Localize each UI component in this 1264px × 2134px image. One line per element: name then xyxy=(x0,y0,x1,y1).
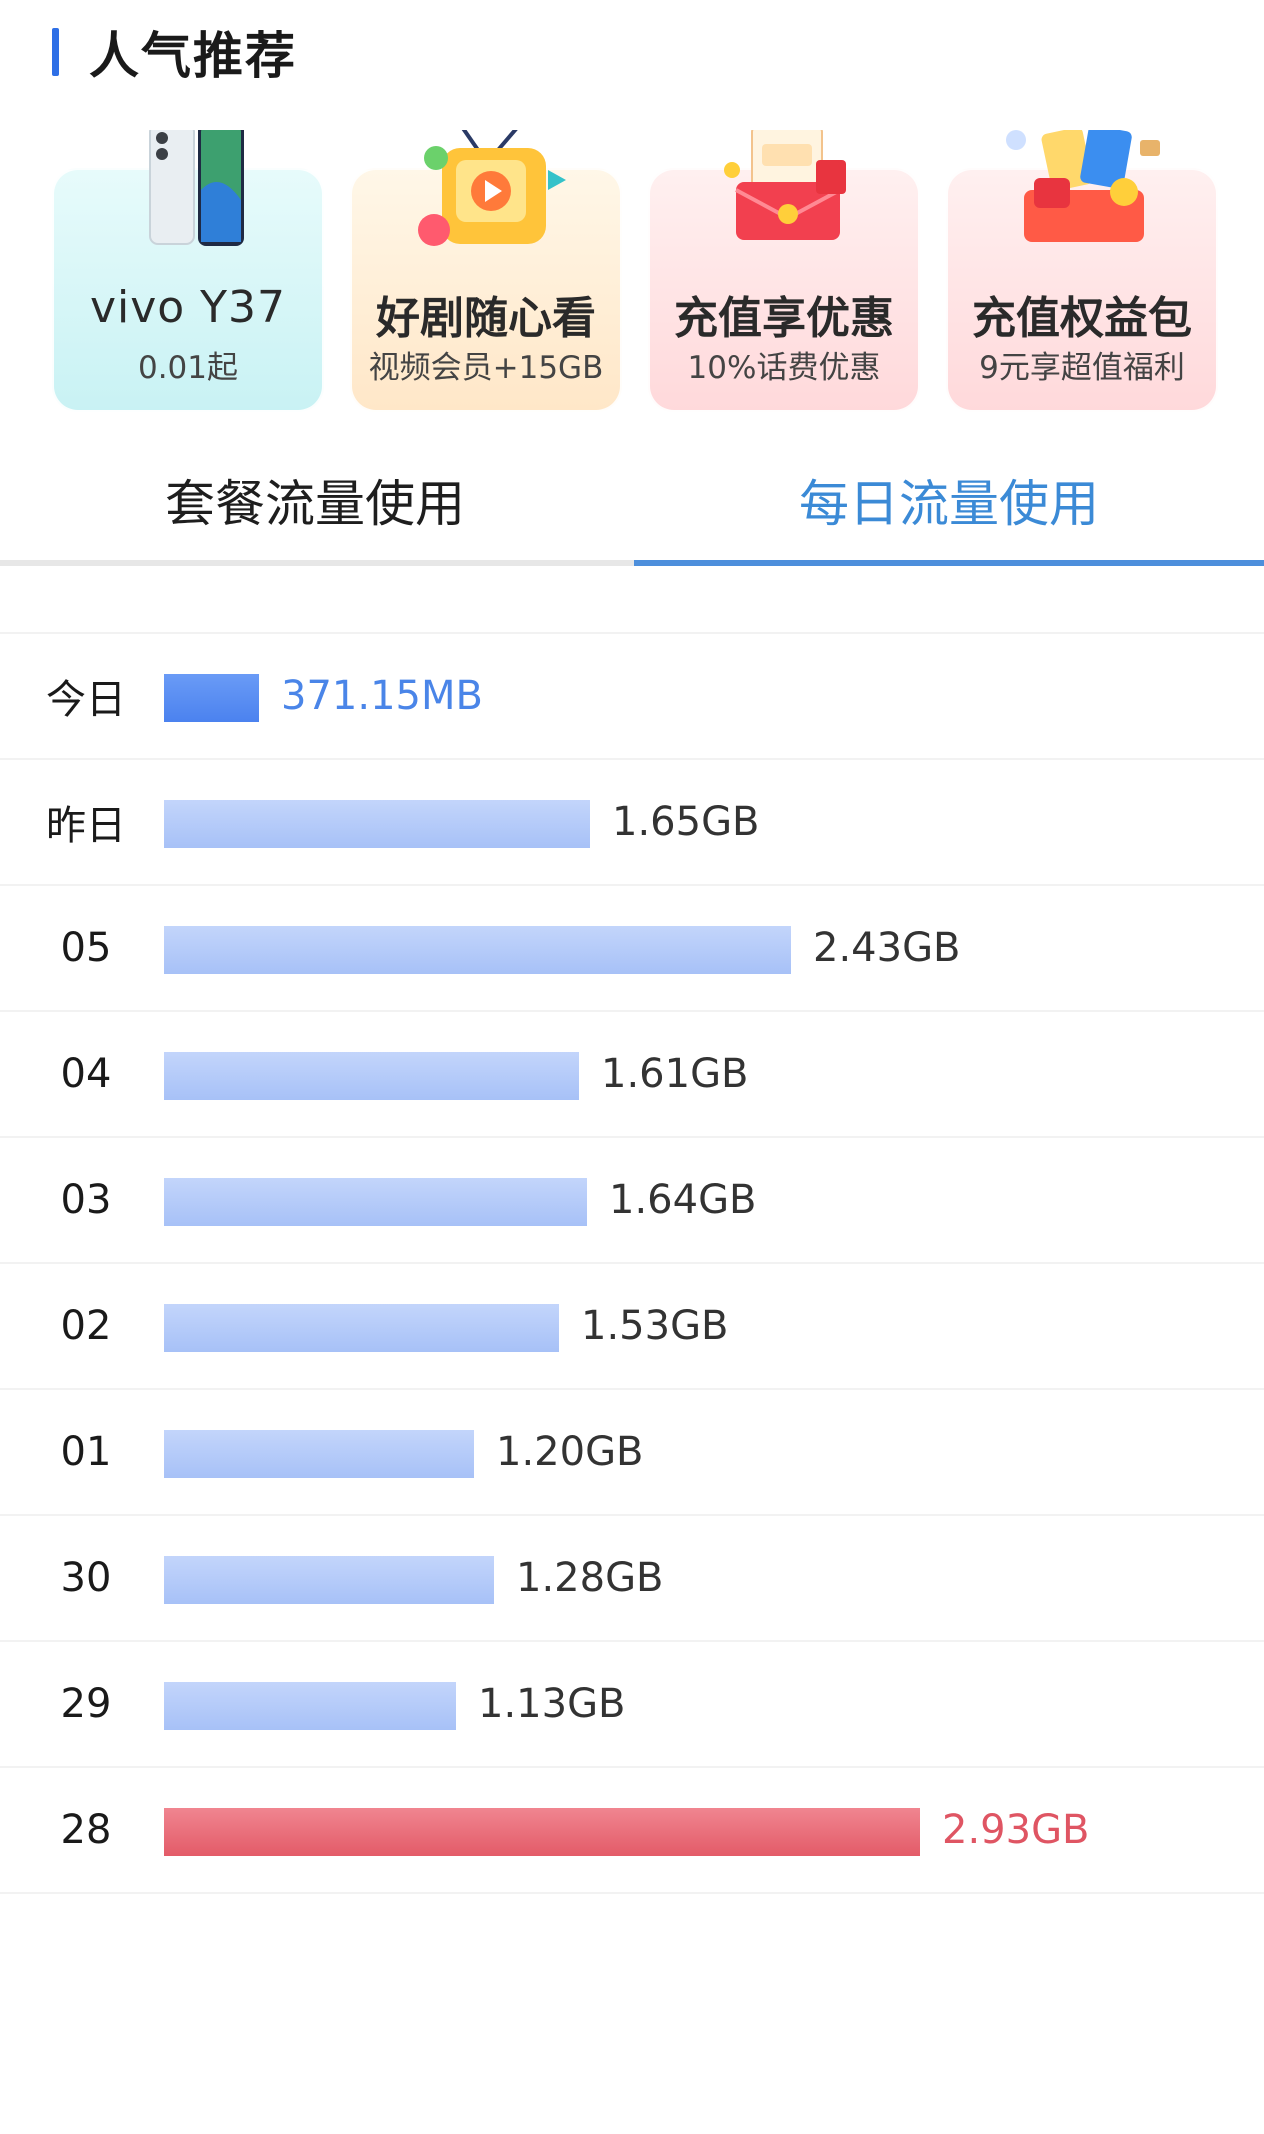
usage-value: 1.13GB xyxy=(478,1681,626,1727)
usage-bar xyxy=(164,1682,456,1730)
promo-card-vivo[interactable]: vivo Y37 0.01起 xyxy=(52,130,324,412)
usage-row: 01 1.20GB xyxy=(0,1390,1264,1516)
promo-card-benefit-pack[interactable]: 充值权益包 9元享超值福利 xyxy=(946,130,1218,412)
usage-bar xyxy=(164,1052,579,1100)
promo-title: 充值权益包 xyxy=(972,293,1192,344)
promo-card-video[interactable]: 好剧随心看 视频会员+15GB xyxy=(350,130,622,412)
usage-value: 1.28GB xyxy=(516,1555,664,1601)
tab-underline-active xyxy=(634,560,1264,566)
day-label: 02 xyxy=(60,1303,112,1349)
daily-usage-list: 今日 371.15MB 昨日 1.65GB 05 2.43GB 04 1.61GB 03 1.64… xyxy=(0,632,1264,1894)
usage-bar xyxy=(164,1178,587,1226)
usage-bar xyxy=(164,1556,494,1604)
promo-title: 好剧随心看 xyxy=(376,293,596,344)
usage-value: 2.93GB xyxy=(942,1807,1090,1853)
gift-coupon-icon xyxy=(724,130,846,240)
tab-daily-usage[interactable]: 每日流量使用 xyxy=(634,440,1264,560)
usage-row: 29 1.13GB xyxy=(0,1642,1264,1768)
usage-bar xyxy=(164,800,590,848)
usage-value: 1.20GB xyxy=(496,1429,644,1475)
promo-row: vivo Y37 0.01起 好剧随心看 视频会员+15GB 充值享优惠 10%… xyxy=(52,110,1222,420)
usage-bar xyxy=(164,926,791,974)
usage-value: 1.65GB xyxy=(612,799,760,845)
usage-row: 05 2.43GB xyxy=(0,886,1264,1012)
day-label: 28 xyxy=(60,1807,112,1853)
usage-value: 1.53GB xyxy=(581,1303,729,1349)
usage-row: 02 1.53GB xyxy=(0,1264,1264,1390)
usage-row: 昨日 1.65GB xyxy=(0,760,1264,886)
promo-title: vivo Y37 xyxy=(89,282,287,333)
day-label: 30 xyxy=(60,1555,112,1601)
day-label: 昨日 xyxy=(46,803,126,849)
tv-icon xyxy=(418,130,566,246)
promo-subtitle: 视频会员+15GB xyxy=(368,350,604,386)
phone-icon xyxy=(149,130,244,246)
usage-row: 04 1.61GB xyxy=(0,1012,1264,1138)
day-label: 05 xyxy=(60,925,112,971)
day-label: 29 xyxy=(60,1681,112,1727)
day-label: 03 xyxy=(60,1177,112,1223)
usage-tabs: 套餐流量使用 每日流量使用 xyxy=(0,440,1264,566)
promo-title: 充值享优惠 xyxy=(674,293,894,344)
usage-row: 28 2.93GB xyxy=(0,1768,1264,1894)
promo-card-recharge-discount[interactable]: 充值享优惠 10%话费优惠 xyxy=(648,130,920,412)
tab-plan-usage[interactable]: 套餐流量使用 xyxy=(0,440,630,560)
usage-row: 03 1.64GB xyxy=(0,1138,1264,1264)
usage-value: 1.61GB xyxy=(601,1051,749,1097)
accent-bar xyxy=(52,28,59,76)
usage-bar xyxy=(164,674,259,722)
usage-value: 371.15MB xyxy=(281,673,483,719)
usage-bar xyxy=(164,1808,920,1856)
tab-underline xyxy=(0,560,634,566)
promo-subtitle: 0.01起 xyxy=(137,350,239,386)
usage-value: 2.43GB xyxy=(813,925,961,971)
benefit-pack-icon xyxy=(1006,130,1160,242)
usage-row: 今日 371.15MB xyxy=(0,634,1264,760)
usage-row: 30 1.28GB xyxy=(0,1516,1264,1642)
usage-bar xyxy=(164,1430,474,1478)
day-label: 04 xyxy=(60,1051,112,1097)
section-header: 人气推荐 xyxy=(52,20,297,85)
day-label: 今日 xyxy=(46,677,126,723)
day-label: 01 xyxy=(60,1429,112,1475)
usage-value: 1.64GB xyxy=(609,1177,757,1223)
section-title: 人气推荐 xyxy=(89,27,297,85)
usage-bar xyxy=(164,1304,559,1352)
promo-subtitle: 10%话费优惠 xyxy=(687,350,881,386)
promo-subtitle: 9元享超值福利 xyxy=(979,350,1185,386)
